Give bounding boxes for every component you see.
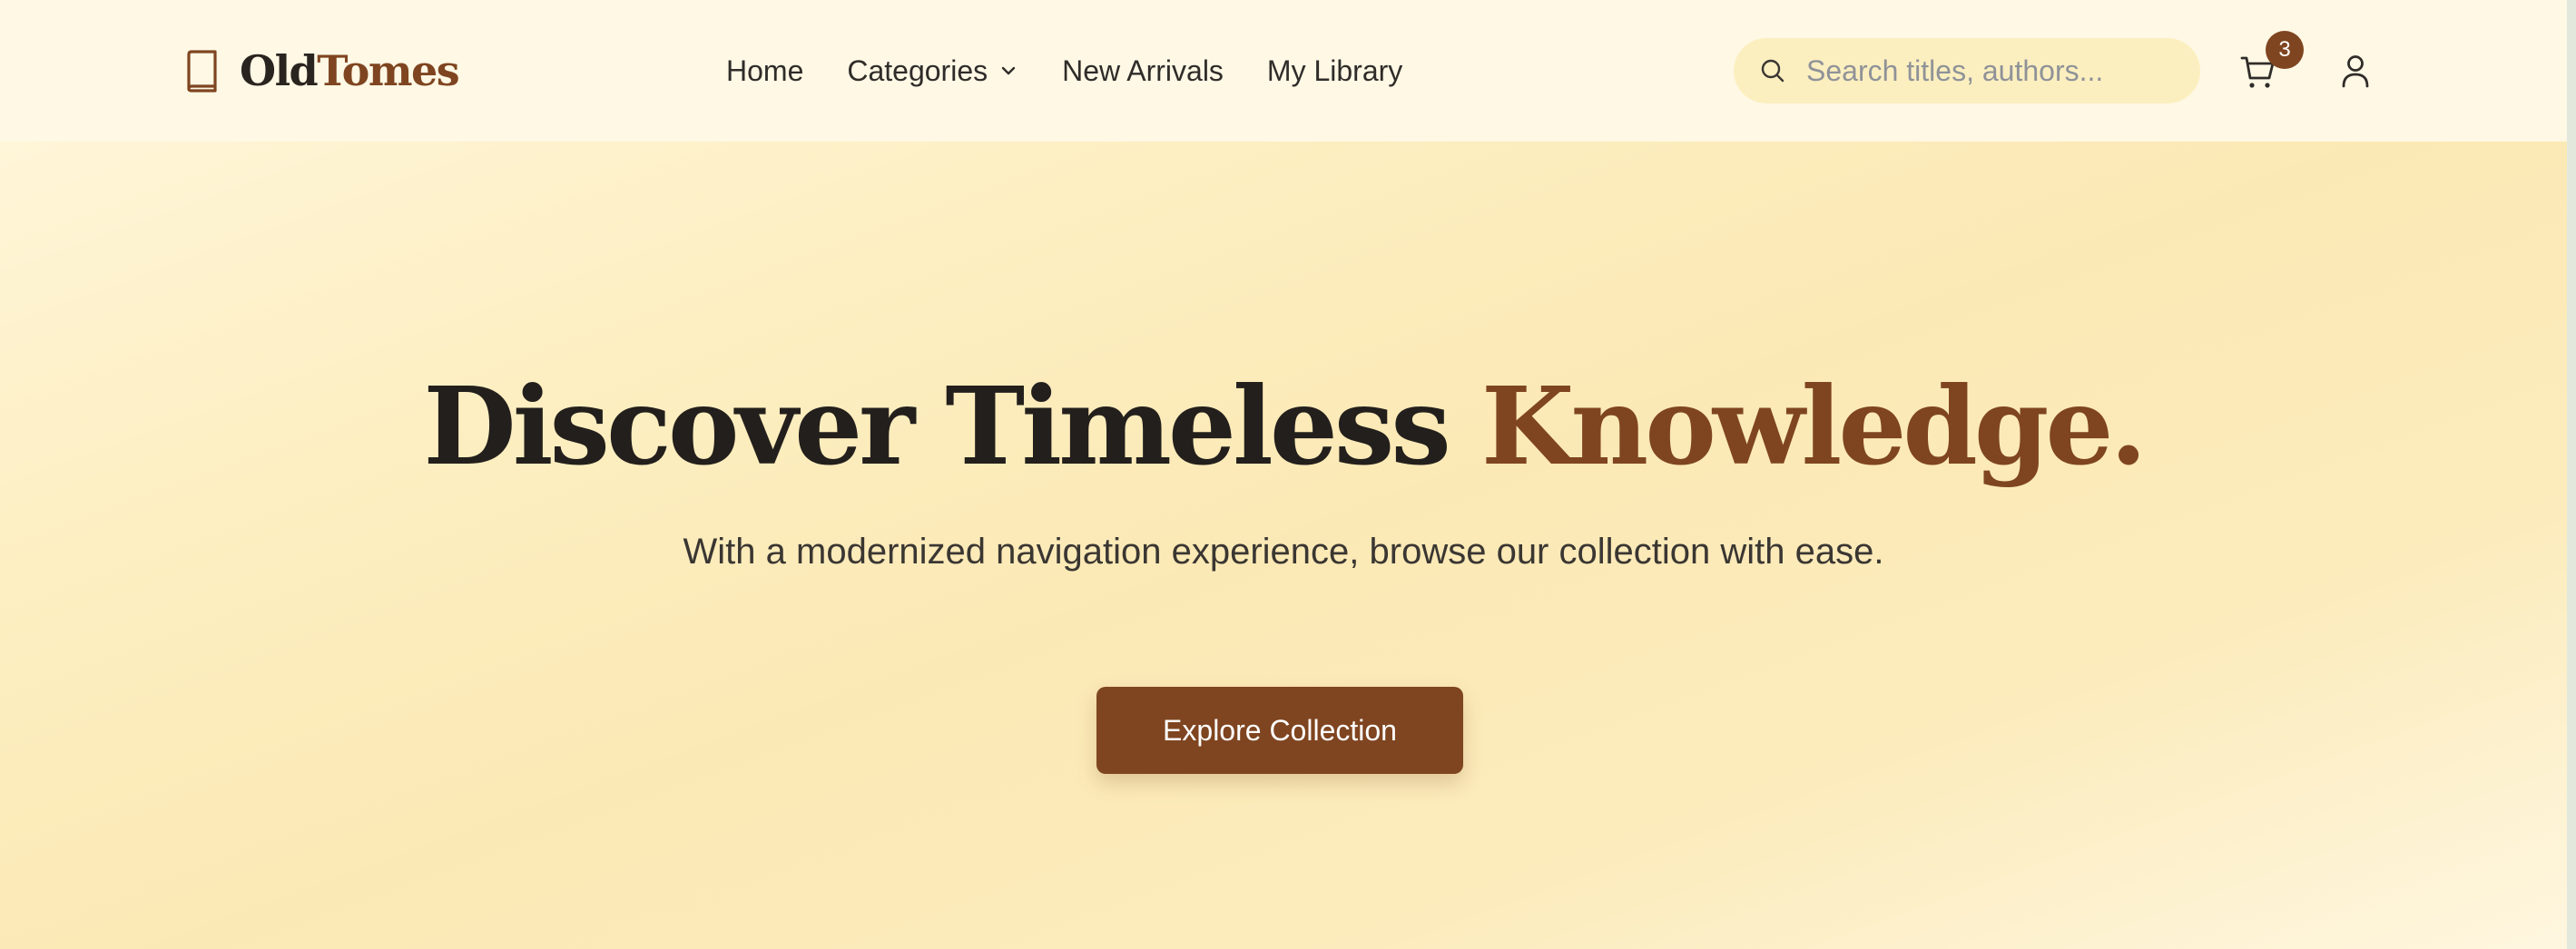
brand-logo[interactable]: OldTomes [183, 44, 460, 98]
brand-name-tomes: Tomes [317, 46, 459, 95]
app-window: OldTomes Home Categories New Arrivals My… [0, 0, 2567, 949]
nav-link-my-library[interactable]: My Library [1267, 54, 1402, 88]
navbar: OldTomes Home Categories New Arrivals My… [0, 0, 2567, 142]
hero-section: Discover Timeless Knowledge. With a mode… [0, 142, 2567, 949]
explore-collection-button[interactable]: Explore Collection [1096, 687, 1463, 774]
chevron-down-icon [1001, 66, 1016, 75]
search-icon [1761, 59, 1785, 83]
main-nav: Home Categories New Arrivals My Library [726, 47, 1402, 94]
nav-link-home-label: Home [726, 54, 804, 87]
hero-title-main: Discover Timeless [423, 363, 1481, 489]
hero-title-accent: Knowledge. [1480, 363, 2148, 489]
book-icon [187, 50, 217, 93]
nav-link-home[interactable]: Home [726, 54, 803, 88]
hero-title: Discover Timeless Knowledge. [0, 373, 2567, 480]
hero-subtitle: With a modernized navigation experience,… [683, 532, 1884, 572]
nav-link-categories-label: Categories [847, 54, 988, 87]
search-bar [1734, 38, 2200, 103]
user-icon [2342, 55, 2369, 88]
nav-link-categories[interactable]: Categories [847, 54, 1018, 88]
brand-name-old: Old [240, 46, 319, 95]
hero-content: Discover Timeless Knowledge. With a mode… [0, 142, 2567, 949]
user-account-button[interactable] [2335, 51, 2375, 91]
nav-link-new-arrivals-label: New Arrivals [1062, 54, 1224, 87]
cart-button[interactable]: 3 [2238, 31, 2304, 94]
cart-count-badge: 3 [2266, 31, 2304, 69]
nav-link-new-arrivals[interactable]: New Arrivals [1062, 54, 1224, 88]
window-edge [2567, 0, 2576, 949]
search-input[interactable] [1806, 54, 2188, 88]
brand-name: OldTomes [240, 50, 460, 92]
nav-link-my-library-label: My Library [1266, 54, 1403, 87]
